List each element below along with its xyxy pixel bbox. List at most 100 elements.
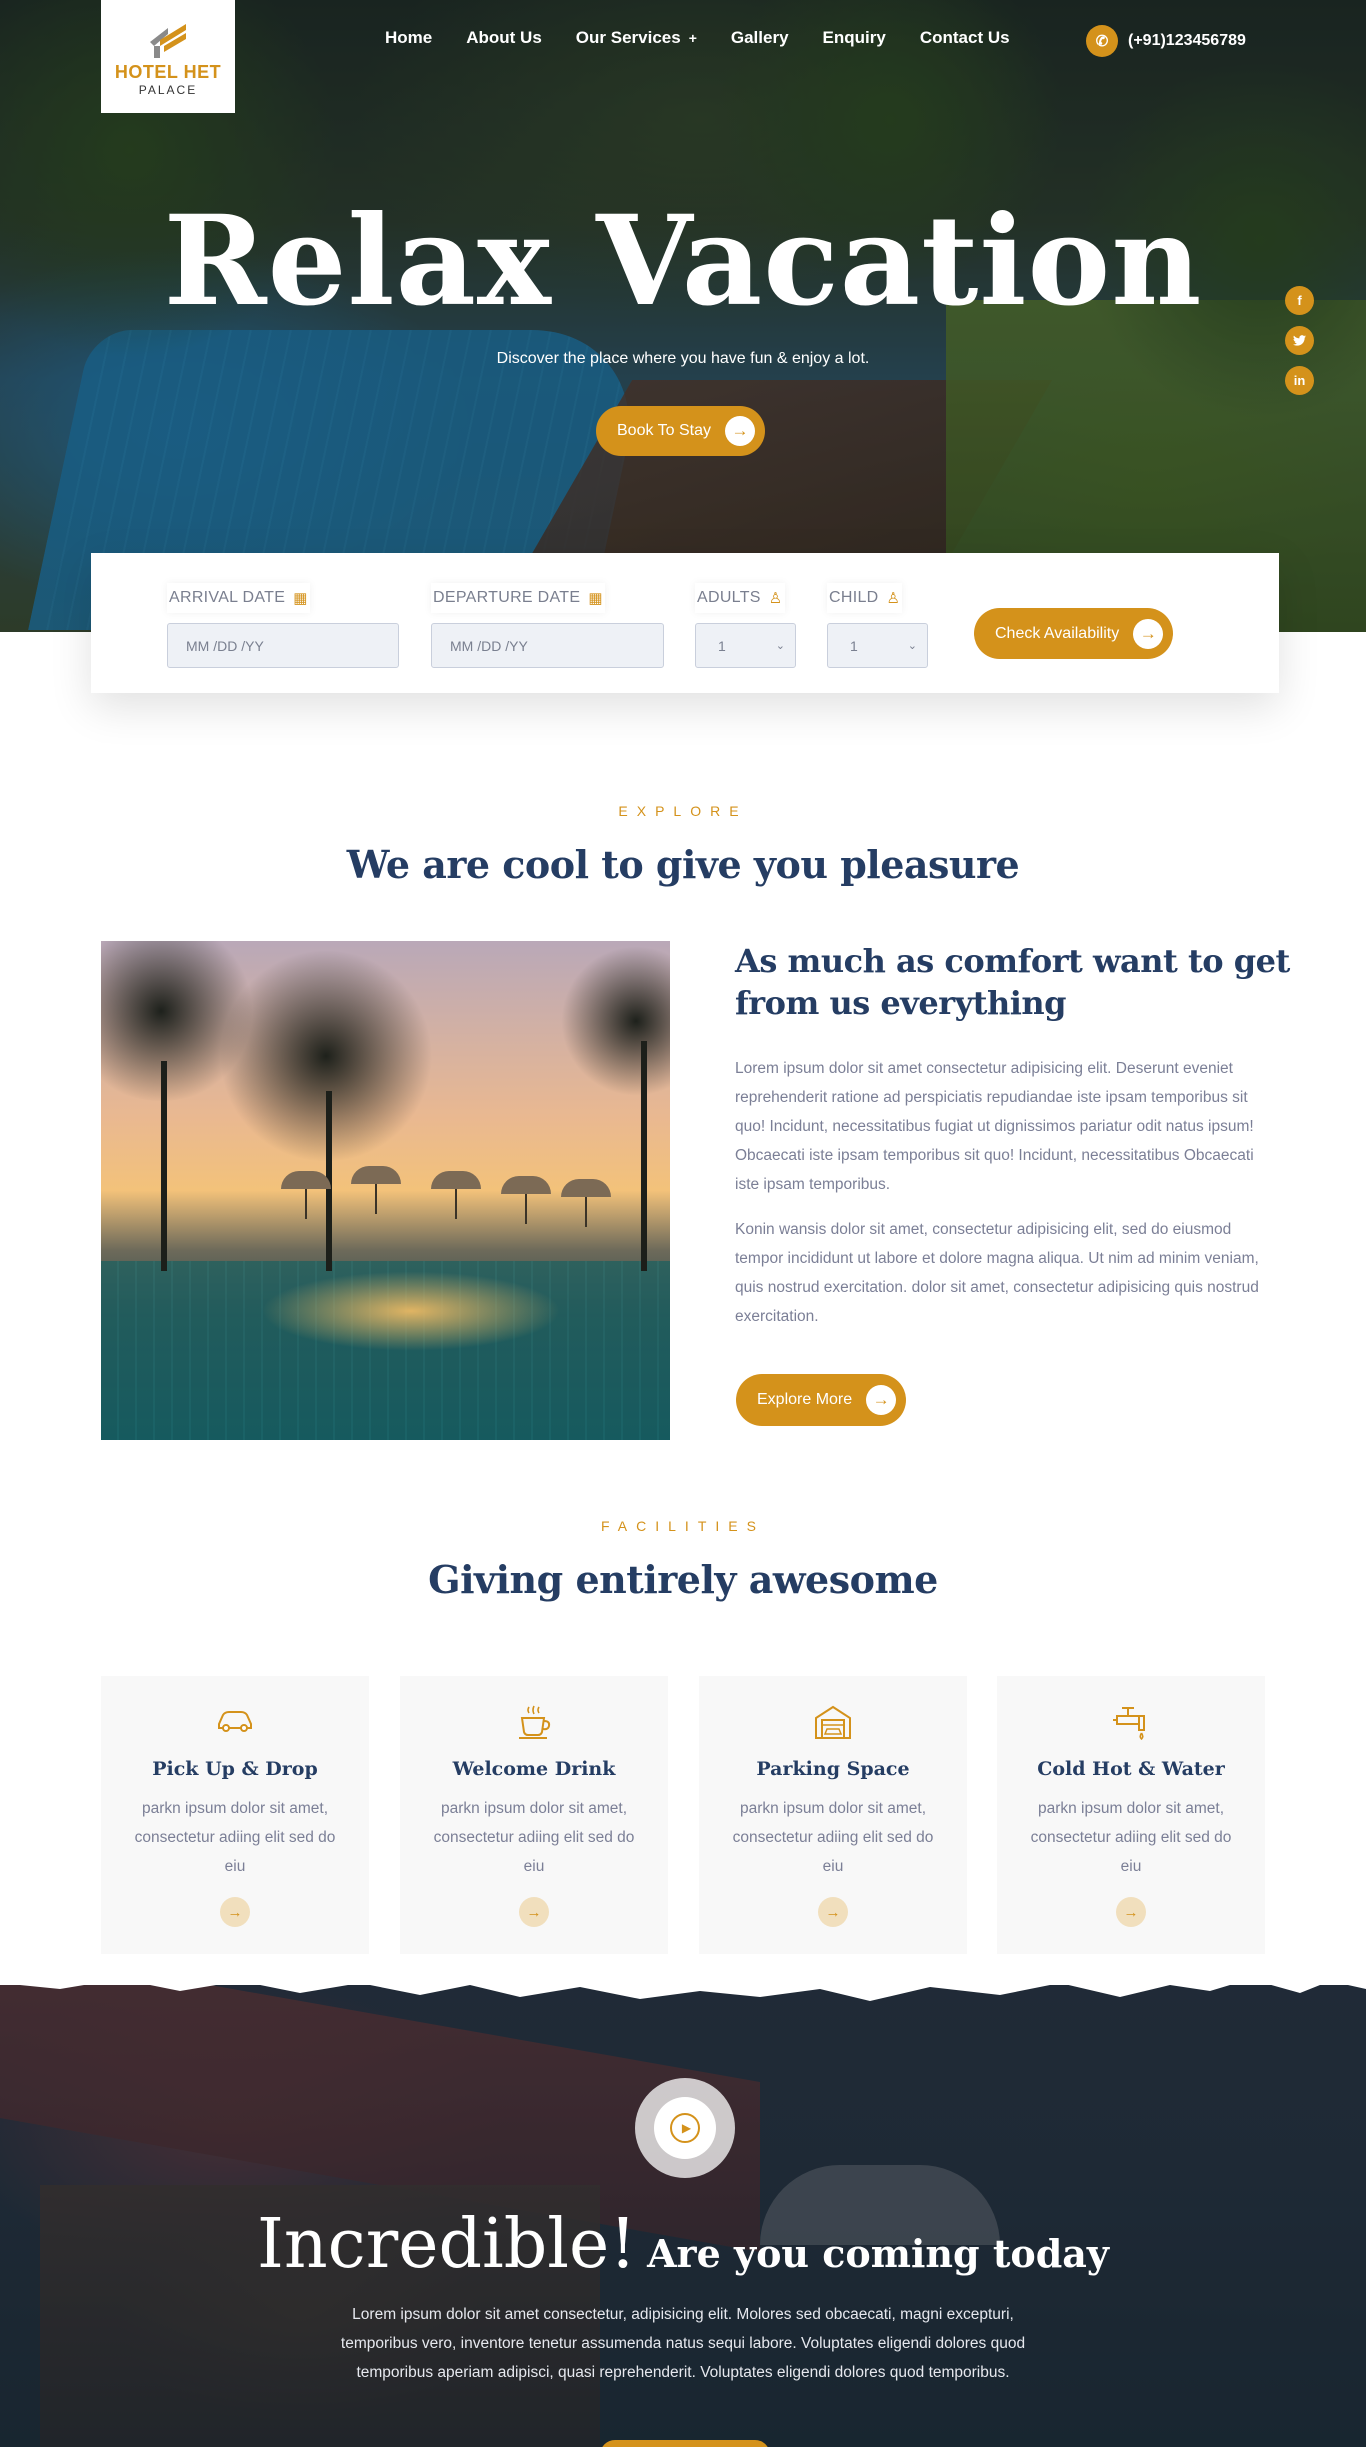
garage-icon (811, 1704, 855, 1742)
arrival-date-input[interactable]: MM /DD /YY (167, 623, 399, 668)
arrow-right-icon: → (724, 416, 755, 446)
palm-trunk (161, 1061, 167, 1271)
user-icon: ♙ (768, 590, 783, 607)
incredible-title-big: Incredible! (257, 2205, 637, 2284)
play-button-inner: ▶ (654, 2097, 716, 2159)
adults-field: ADULTS ♙ 1 ⌄ (695, 583, 796, 668)
umbrella (561, 1179, 611, 1227)
hero-title: Relax Vacation (163, 189, 1203, 334)
departure-date-input[interactable]: MM /DD /YY (431, 623, 664, 668)
child-select[interactable]: 1 ⌄ (827, 623, 928, 668)
logo-name: HOTEL HET (114, 62, 222, 82)
main-nav: Home About Us Our Services + Gallery Enqu… (385, 28, 1044, 48)
torn-edge-divider (0, 1967, 1366, 2001)
hero-subtitle: Discover the place where you have fun & … (496, 350, 870, 367)
incredible-title-small: Are you coming today (647, 2231, 1109, 2276)
nav-about-us[interactable]: About Us (466, 28, 542, 48)
facility-description: parkn ipsum dolor sit amet, consectetur … (134, 1800, 336, 1875)
arrival-date-label-text: ARRIVAL DATE (169, 589, 286, 606)
arrow-right-icon[interactable]: → (220, 1897, 250, 1927)
explore-more-button[interactable]: Explore More → (736, 1374, 907, 1426)
child-label: CHILD ♙ (827, 583, 903, 613)
departure-date-label-text: DEPARTURE DATE (433, 589, 581, 606)
umbrella (281, 1171, 331, 1219)
social-links: f in (1285, 286, 1314, 395)
facilities-eyebrow: FACILITIES (601, 1518, 765, 1534)
sun-reflection (261, 1271, 561, 1351)
child-select-value: 1 (850, 637, 858, 654)
nav-our-services[interactable]: Our Services + (576, 28, 697, 48)
about-heading: As much as comfort want to get from us e… (735, 942, 1290, 1022)
nav-enquiry[interactable]: Enquiry (823, 28, 886, 48)
explore-title: We are cool to give you pleasure (346, 842, 1020, 887)
chevron-down-icon: ⌄ (907, 640, 917, 652)
book-to-stay-label: Book To Stay (617, 422, 711, 439)
facebook-icon[interactable]: f (1285, 286, 1314, 315)
play-video-button[interactable]: ▶ (635, 2078, 735, 2178)
calendar-icon: ▦ (293, 590, 308, 607)
nav-home[interactable]: Home (385, 28, 432, 48)
booking-form: ARRIVAL DATE ▦ MM /DD /YY DEPARTURE DATE ▦… (91, 553, 1279, 693)
arrival-date-field: ARRIVAL DATE ▦ MM /DD /YY (167, 583, 399, 668)
facility-description: parkn ipsum dolor sit amet, consectetur … (732, 1800, 934, 1875)
adults-label: ADULTS ♙ (695, 583, 785, 613)
facility-title: Parking Space (756, 1758, 910, 1780)
about-paragraph-1: Lorem ipsum dolor sit amet consectetur a… (735, 1060, 1254, 1193)
facility-description: parkn ipsum dolor sit amet, consectetur … (433, 1800, 635, 1875)
about-paragraph-2: Konin wansis dolor sit amet, consectetur… (735, 1221, 1259, 1325)
arrow-right-icon[interactable]: → (519, 1897, 549, 1927)
facility-card[interactable]: Welcome Drink parkn ipsum dolor sit amet… (400, 1676, 668, 1954)
resort-sunset-image (101, 941, 670, 1440)
phone-number: (+91)123456789 (1128, 32, 1246, 49)
book-to-stay-button[interactable]: Book To Stay → (596, 406, 765, 456)
umbrella (501, 1176, 551, 1224)
nav-our-services-label: Our Services (575, 28, 681, 47)
departure-date-field: DEPARTURE DATE ▦ MM /DD /YY (431, 583, 664, 668)
car-icon (213, 1704, 257, 1742)
adults-select[interactable]: 1 ⌄ (695, 623, 796, 668)
facility-title: Cold Hot & Water (1037, 1758, 1225, 1780)
phone-icon: ✆ (1086, 25, 1118, 57)
facilities-title: Giving entirely awesome (428, 1557, 938, 1602)
twitter-icon[interactable] (1285, 326, 1314, 355)
facility-card[interactable]: Parking Space parkn ipsum dolor sit amet… (699, 1676, 967, 1954)
linkedin-icon[interactable]: in (1285, 366, 1314, 395)
child-field: CHILD ♙ 1 ⌄ (827, 583, 928, 668)
palm-trunk (641, 1041, 647, 1271)
facility-title: Pick Up & Drop (152, 1758, 318, 1780)
coffee-cup-icon (512, 1704, 556, 1742)
logo-roof-icon (146, 20, 190, 60)
site-logo[interactable]: HOTEL HET PALACE (101, 0, 235, 113)
play-icon: ▶ (670, 2113, 700, 2143)
water-tap-icon (1109, 1704, 1153, 1742)
chevron-down-icon: ⌄ (775, 640, 785, 652)
plus-icon: + (688, 30, 697, 46)
user-icon: ♙ (886, 590, 901, 607)
facility-card[interactable]: Pick Up & Drop parkn ipsum dolor sit ame… (101, 1676, 369, 1954)
incredible-heading: Incredible! Are you coming today (0, 2205, 1366, 2284)
departure-date-label: DEPARTURE DATE ▦ (431, 583, 605, 613)
explore-eyebrow: EXPLORE (618, 803, 748, 819)
arrow-right-icon[interactable]: → (1116, 1897, 1146, 1927)
child-label-text: CHILD (829, 589, 879, 606)
arrow-right-icon[interactable]: → (818, 1897, 848, 1927)
facility-description: parkn ipsum dolor sit amet, consectetur … (1030, 1800, 1232, 1875)
check-availability-label: Check Availability (995, 624, 1120, 642)
palm-tree (561, 941, 670, 1101)
facility-card[interactable]: Cold Hot & Water parkn ipsum dolor sit a… (997, 1676, 1265, 1954)
umbrella (351, 1166, 401, 1214)
adults-label-text: ADULTS (697, 589, 761, 606)
umbrella (431, 1171, 481, 1219)
adults-select-value: 1 (718, 637, 726, 654)
arrival-date-label: ARRIVAL DATE ▦ (167, 583, 310, 613)
nav-contact-us[interactable]: Contact Us (920, 28, 1010, 48)
incredible-cta-button[interactable] (600, 2440, 770, 2447)
logo-subtitle: PALACE (138, 83, 198, 97)
arrow-right-icon: → (866, 1385, 897, 1415)
header-phone[interactable]: ✆ (+91)123456789 (1086, 25, 1246, 57)
explore-more-label: Explore More (757, 1391, 853, 1408)
nav-gallery[interactable]: Gallery (731, 28, 789, 48)
check-availability-button[interactable]: Check Availability → (974, 608, 1174, 659)
arrow-right-icon: → (1133, 618, 1164, 649)
incredible-paragraph: Lorem ipsum dolor sit amet consectetur, … (340, 2306, 1026, 2381)
